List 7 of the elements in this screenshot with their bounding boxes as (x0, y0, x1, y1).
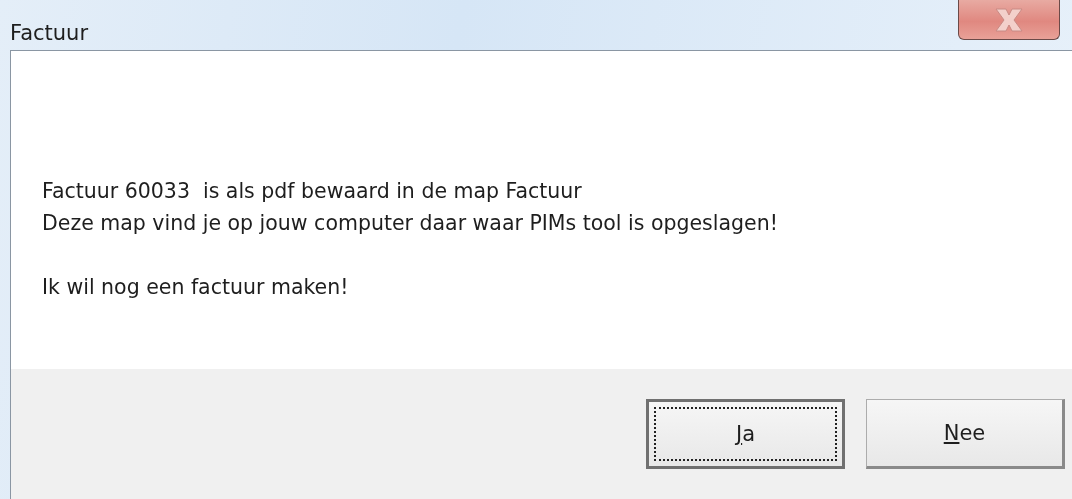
message-text: Deze map vind je op jouw computer daar waar PIMs tool is opgeslagen! (42, 210, 779, 237)
dialog-button[interactable]: Ja (646, 399, 845, 469)
window-title: Factuur (10, 21, 89, 45)
close-button[interactable] (958, 0, 1060, 40)
message-text: Factuur 60033 is als pdf bewaard in de map Factuur (42, 178, 583, 205)
dialog-button[interactable]: Nee (866, 399, 1065, 469)
message-text: Ik wil nog een factuur maken! (42, 274, 350, 301)
